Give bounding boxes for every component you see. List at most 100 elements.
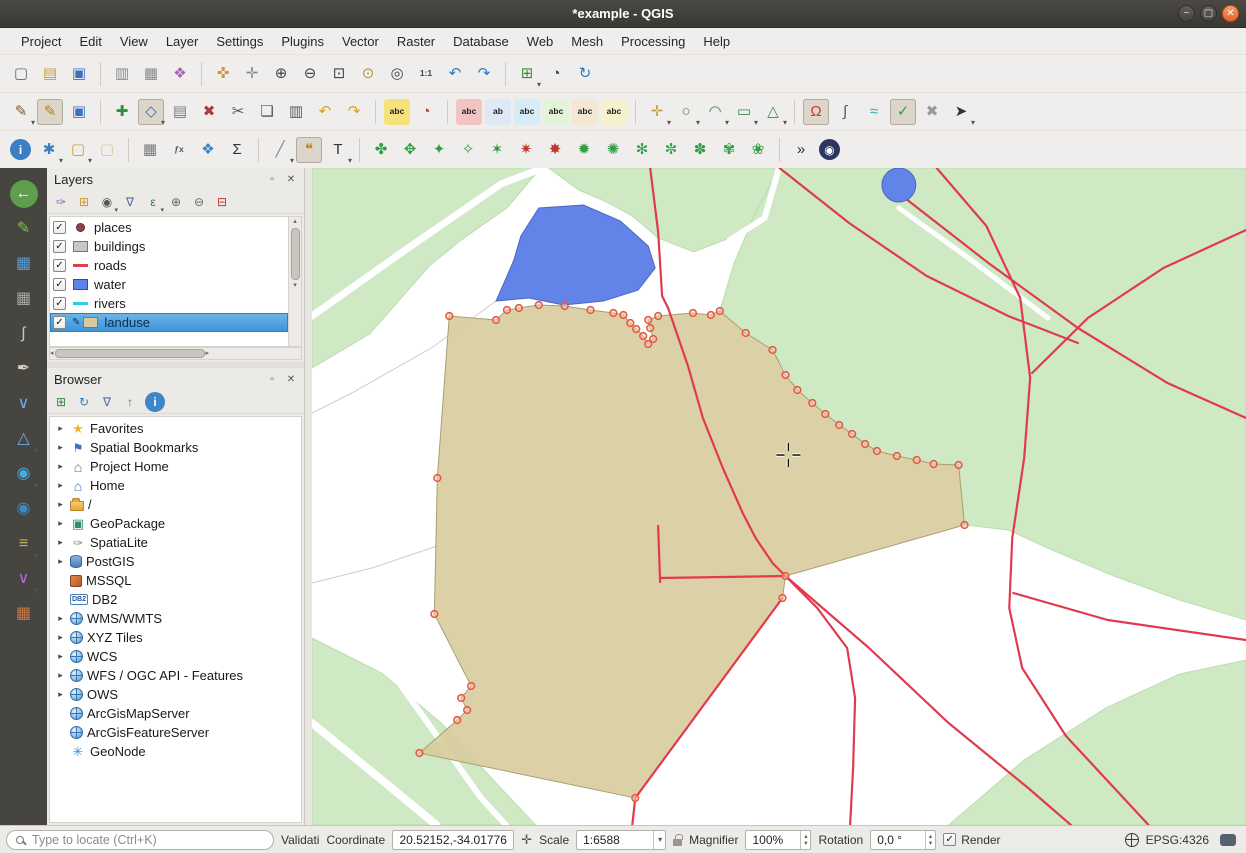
avoid-overlap-icon[interactable]: ✖	[919, 99, 945, 125]
stream-digitizing-icon[interactable]: ≈	[861, 99, 887, 125]
expander-icon[interactable]: ▸	[55, 518, 66, 529]
crs-icon[interactable]	[1125, 833, 1139, 847]
expander-icon[interactable]: ▸	[55, 461, 66, 472]
browser-item-spatialite[interactable]: ▸✑SpatiaLite	[50, 533, 301, 552]
expander-icon[interactable]: ▸	[55, 499, 66, 510]
select-features-icon[interactable]: ▢	[65, 137, 91, 163]
merge-features-icon[interactable]: ✽	[687, 137, 713, 163]
delete-ring-icon[interactable]: ✷	[513, 137, 539, 163]
menu-vector[interactable]: Vector	[333, 31, 388, 52]
pan-to-selection-icon[interactable]: ✛	[239, 61, 265, 87]
move-feature-icon[interactable]: ✛	[644, 99, 670, 125]
regular-polygon-tool-icon[interactable]: △	[760, 99, 786, 125]
browser-item-[interactable]: ▸/	[50, 495, 301, 514]
menu-raster[interactable]: Raster	[388, 31, 444, 52]
spin-arrows[interactable]: ▴▾	[800, 831, 807, 849]
vertex-tool-icon[interactable]: ◇	[138, 99, 164, 125]
menu-edit[interactable]: Edit	[70, 31, 110, 52]
dock-pen-icon[interactable]: ✒	[10, 355, 38, 383]
zoom-last-icon[interactable]: ↶	[442, 61, 468, 87]
expander-icon[interactable]: ▸	[55, 537, 66, 548]
expander-icon[interactable]: ▸	[55, 632, 66, 643]
open-layer-styling-icon[interactable]: ✑	[51, 192, 71, 212]
field-calculator-icon[interactable]: ƒx	[166, 137, 192, 163]
dock-polyline-icon[interactable]: ∨	[10, 390, 38, 418]
copy-features-icon[interactable]: ❏	[254, 99, 280, 125]
save-project-icon[interactable]: ▣	[66, 61, 92, 87]
browser-item-arcgisfeatureserver[interactable]: ArcGisFeatureServer	[50, 723, 301, 742]
browser-item-project-home[interactable]: ▸⌂Project Home	[50, 457, 301, 476]
pin-labels-icon[interactable]: ab	[485, 99, 511, 125]
layer-item-water[interactable]: ✓water	[50, 275, 288, 294]
layers-horizontal-scrollbar[interactable]: ◂ ▸	[49, 347, 302, 360]
browser-item-spatial-bookmarks[interactable]: ▸⚑Spatial Bookmarks	[50, 438, 301, 457]
zoom-native-icon[interactable]: 1:1	[413, 61, 439, 87]
change-label-icon[interactable]: abc	[601, 99, 627, 125]
browser-item-mssql[interactable]: MSSQL	[50, 571, 301, 590]
messages-icon[interactable]	[1220, 834, 1236, 846]
panel-float-button[interactable]: ▫	[266, 174, 278, 185]
add-selected-layers-icon[interactable]: ⊞	[51, 392, 71, 412]
measure-icon[interactable]: ╱	[267, 137, 293, 163]
deselect-features-icon[interactable]: ▢	[94, 137, 120, 163]
dock-table-icon[interactable]: ▦	[10, 285, 38, 313]
menu-view[interactable]: View	[111, 31, 157, 52]
browser-item-geonode[interactable]: ✳GeoNode	[50, 742, 301, 761]
extents-icon[interactable]: ✛	[521, 832, 532, 848]
dock-layers-icon[interactable]: ≡	[10, 530, 38, 558]
zoom-in-icon[interactable]: ⊕	[268, 61, 294, 87]
scroll-up-icon[interactable]: ▴	[293, 217, 297, 227]
merge-attributes-icon[interactable]: ✾	[716, 137, 742, 163]
paste-features-icon[interactable]: ▥	[283, 99, 309, 125]
chevron-down-icon[interactable]: ▾	[653, 831, 662, 849]
fill-ring-icon[interactable]: ✶	[484, 137, 510, 163]
scroll-thumb[interactable]	[291, 228, 300, 280]
titlebar[interactable]: *example - QGIS − ▢ ✕	[0, 0, 1246, 28]
magnifier-spinbox[interactable]: 100% ▴▾	[745, 830, 811, 850]
delete-part-icon[interactable]: ✸	[542, 137, 568, 163]
save-layer-edits-icon[interactable]: ▣	[66, 99, 92, 125]
open-attribute-table-icon[interactable]: ▦	[137, 137, 163, 163]
properties-icon[interactable]: i	[145, 392, 165, 412]
layout-manager-icon[interactable]: ▦	[138, 61, 164, 87]
circle-tool-icon[interactable]: ○	[673, 99, 699, 125]
expander-icon[interactable]: ▸	[55, 423, 66, 434]
open-project-icon[interactable]: ▤	[37, 61, 63, 87]
layer-visibility-checkbox[interactable]: ✓	[53, 240, 66, 253]
expander-icon[interactable]: ▸	[55, 613, 66, 624]
layer-item-rivers[interactable]: ✓rivers	[50, 294, 288, 313]
new-print-layout-icon[interactable]: ▥	[109, 61, 135, 87]
offset-curve-icon[interactable]: ✺	[600, 137, 626, 163]
rotate-feature-icon[interactable]: ✤	[368, 137, 394, 163]
menu-plugins[interactable]: Plugins	[272, 31, 333, 52]
browser-item-geopackage[interactable]: ▸▣GeoPackage	[50, 514, 301, 533]
menu-layer[interactable]: Layer	[157, 31, 208, 52]
layer-diagram-icon[interactable]: ◔	[413, 99, 439, 125]
scroll-down-icon[interactable]: ▾	[293, 281, 297, 291]
pan-map-icon[interactable]: ✜	[210, 61, 236, 87]
browser-item-wfs-ogc-api-features[interactable]: ▸WFS / OGC API - Features	[50, 666, 301, 685]
spin-arrows[interactable]: ▴▾	[925, 831, 932, 849]
rotation-spinbox[interactable]: 0,0 ° ▴▾	[870, 830, 936, 850]
dock-raster-icon[interactable]: ▦	[10, 600, 38, 628]
layer-visibility-checkbox[interactable]: ✓	[53, 259, 66, 272]
filter-browser-icon[interactable]: ∇	[97, 392, 117, 412]
browser-item-wcs[interactable]: ▸WCS	[50, 647, 301, 666]
render-toggle[interactable]: ✓ Render	[943, 833, 1000, 847]
identify-features-icon[interactable]: i	[10, 139, 31, 160]
trim-extend-icon[interactable]: ❀	[745, 137, 771, 163]
layer-item-places[interactable]: ✓places	[50, 218, 288, 237]
move-label-icon[interactable]: abc	[543, 99, 569, 125]
expander-icon[interactable]: ▸	[55, 670, 66, 681]
maximize-button[interactable]: ▢	[1200, 5, 1217, 22]
cut-features-icon[interactable]: ✂	[225, 99, 251, 125]
text-annotation-icon[interactable]: T	[325, 137, 351, 163]
collapse-all-icon[interactable]: ⊖	[189, 192, 209, 212]
search-plugin-icon[interactable]: ◉	[819, 139, 840, 160]
tracing-icon[interactable]: ✓	[890, 99, 916, 125]
expander-icon[interactable]: ▸	[55, 480, 66, 491]
snapping-icon[interactable]: Ω	[803, 99, 829, 125]
dock-globe-icon[interactable]: ◉	[10, 460, 38, 488]
highlight-labels-icon[interactable]: abc	[456, 99, 482, 125]
dock-splitter[interactable]	[305, 168, 312, 825]
